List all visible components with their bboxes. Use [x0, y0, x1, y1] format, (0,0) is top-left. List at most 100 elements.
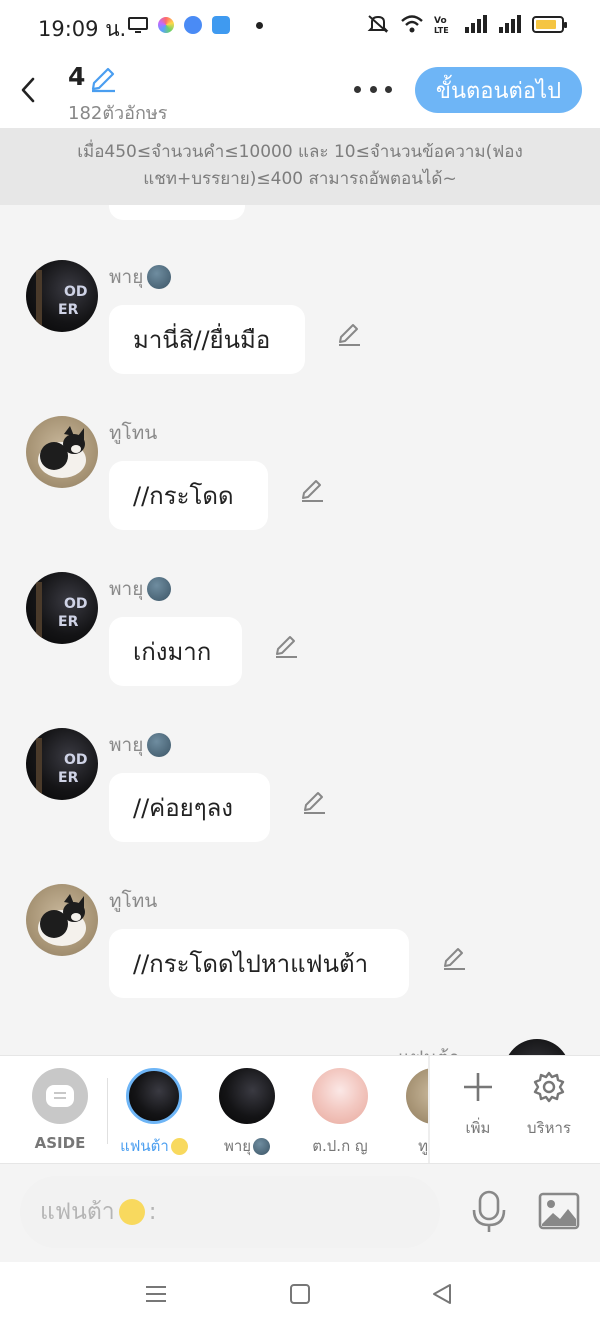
moon-emoji-icon: [147, 733, 172, 757]
edit-message-pencil-icon[interactable]: [300, 788, 328, 816]
character-aside[interactable]: ASIDE: [20, 1068, 100, 1152]
chat-area[interactable]: OD ER พายุ มานี่สิ//ยื่นมือ ทูโทน //กระโด…: [0, 205, 600, 1055]
add-label: เพิ่ม: [465, 1119, 491, 1137]
chat-message: ทูโทน //กระโดด: [0, 416, 600, 556]
svg-text:OD: OD: [64, 596, 88, 612]
svg-text:ER: ER: [58, 770, 79, 786]
character-count: 182ตัวอักษร: [68, 103, 168, 124]
status-time: 19:09 น.: [38, 17, 127, 41]
episode-title[interactable]: 4: [68, 62, 85, 91]
svg-text:ER: ER: [58, 302, 79, 318]
message-input[interactable]: แฟนต้า :: [20, 1176, 440, 1248]
app-notification-icon: [158, 17, 174, 33]
avatar: [406, 1068, 428, 1124]
moon-emoji-icon: [147, 265, 172, 289]
message-bubble[interactable]: มานี่สิ//ยื่นมือ: [109, 305, 305, 374]
avatar[interactable]: [26, 884, 98, 956]
add-character-button[interactable]: เพิ่ม: [443, 1070, 513, 1140]
avatar[interactable]: [504, 1039, 570, 1055]
character-tutone[interactable]: ทู: [378, 1068, 428, 1158]
back-nav-icon[interactable]: [430, 1282, 454, 1306]
signal-2-icon: [499, 15, 521, 33]
gear-icon: [533, 1071, 565, 1103]
sender-name: แฟนต้า: [398, 1043, 460, 1055]
avatar[interactable]: OD ER: [26, 260, 98, 332]
recent-apps-icon[interactable]: [144, 1282, 168, 1306]
input-placeholder: แฟนต้า: [40, 1199, 115, 1225]
status-bar: 19:09 น. Vo LTE: [0, 0, 600, 52]
smile-emoji-icon: [170, 1137, 188, 1155]
svg-text:Vo: Vo: [434, 16, 447, 26]
avatar: [219, 1068, 275, 1124]
moon-emoji-icon: [253, 1137, 271, 1155]
avatar[interactable]: [26, 416, 98, 488]
previous-message-bubble[interactable]: [109, 205, 245, 220]
chat-message: ทูโทน //กระโดดไปหาแฟนต้า: [0, 884, 600, 1024]
svg-text:OD: OD: [64, 284, 88, 300]
avatar[interactable]: OD ER: [26, 728, 98, 800]
noveltoon-icon: [212, 16, 230, 34]
edit-message-pencil-icon[interactable]: [335, 320, 363, 348]
character-label: ต.ป.ก ญ: [312, 1137, 368, 1155]
aside-icon: [32, 1068, 88, 1124]
edit-message-pencil-icon[interactable]: [440, 944, 468, 972]
messenger-icon: [184, 16, 202, 34]
character-label: ASIDE: [34, 1134, 86, 1152]
divider: [107, 1078, 108, 1144]
avatar: [312, 1068, 368, 1124]
status-system-icons: Vo LTE: [366, 14, 567, 34]
character-label: พายุ: [207, 1134, 287, 1158]
manage-label: บริหาร: [527, 1119, 571, 1137]
edit-message-pencil-icon[interactable]: [272, 632, 300, 660]
sender-name: พายุ: [109, 730, 172, 760]
more-notifications-icon: [256, 21, 263, 29]
sender-name: พายุ: [109, 574, 172, 604]
plus-icon: [464, 1073, 492, 1101]
edit-title-pencil-icon[interactable]: [88, 64, 118, 94]
divider: [428, 1056, 430, 1163]
image-icon[interactable]: [538, 1191, 580, 1231]
character-payu[interactable]: พายุ: [207, 1068, 287, 1158]
publish-requirement-notice: เมื่อ450≤จำนวนคำ≤10000 และ 10≤จำนวนข้อคว…: [0, 128, 600, 205]
svg-text:OD: OD: [64, 752, 88, 768]
message-bubble[interactable]: //ค่อยๆลง: [109, 773, 270, 842]
back-button[interactable]: [12, 72, 44, 108]
more-options-button[interactable]: [354, 74, 392, 104]
smile-emoji-icon: [118, 1199, 145, 1225]
volte-icon: VoLTE: [434, 16, 449, 34]
character-label: แฟนต้า: [114, 1134, 194, 1158]
microphone-icon[interactable]: [470, 1190, 508, 1234]
chat-message: OD ER พายุ มานี่สิ//ยื่นมือ: [0, 260, 600, 400]
header: 4 182ตัวอักษร ขั้นตอนต่อไป: [0, 52, 600, 128]
character-tpk[interactable]: ต.ป.ก ญ: [300, 1068, 380, 1158]
message-bubble[interactable]: //กระโดดไปหาแฟนต้า: [109, 929, 409, 998]
chat-message: OD ER พายุ เก่งมาก: [0, 572, 600, 712]
chat-message: OD ER พายุ //ค่อยๆลง: [0, 728, 600, 868]
character-selector: ASIDE แฟนต้า พายุ ต.ป.ก ญ ทู เพิ่ม บริหา…: [0, 1055, 600, 1164]
screen-cast-icon: [128, 17, 148, 33]
character-label: ทู: [418, 1137, 428, 1155]
edit-message-pencil-icon[interactable]: [298, 476, 326, 504]
next-step-button[interactable]: ขั้นตอนต่อไป: [415, 67, 582, 113]
avatar[interactable]: OD ER: [26, 572, 98, 644]
sender-name: พายุ: [109, 262, 172, 292]
wifi-icon: [401, 15, 423, 33]
sender-name: ทูโทน: [109, 890, 158, 912]
svg-text:ER: ER: [58, 614, 79, 630]
manage-button[interactable]: บริหาร: [514, 1070, 584, 1140]
message-bubble[interactable]: //กระโดด: [109, 461, 268, 530]
character-fanta[interactable]: แฟนต้า: [114, 1068, 194, 1158]
status-notification-icons: [128, 16, 263, 34]
chevron-left-icon: [21, 77, 35, 103]
message-bubble[interactable]: เก่งมาก: [109, 617, 242, 686]
home-icon[interactable]: [288, 1282, 312, 1306]
moon-emoji-icon: [147, 577, 172, 601]
avatar: [126, 1068, 182, 1124]
input-placeholder-suffix: :: [148, 1199, 157, 1225]
sender-name: ทูโทน: [109, 422, 158, 444]
battery-icon: [532, 15, 567, 33]
system-nav-bar: [0, 1262, 600, 1333]
signal-1-icon: [465, 15, 487, 33]
svg-text:LTE: LTE: [434, 26, 449, 34]
mute-icon: [367, 15, 389, 33]
